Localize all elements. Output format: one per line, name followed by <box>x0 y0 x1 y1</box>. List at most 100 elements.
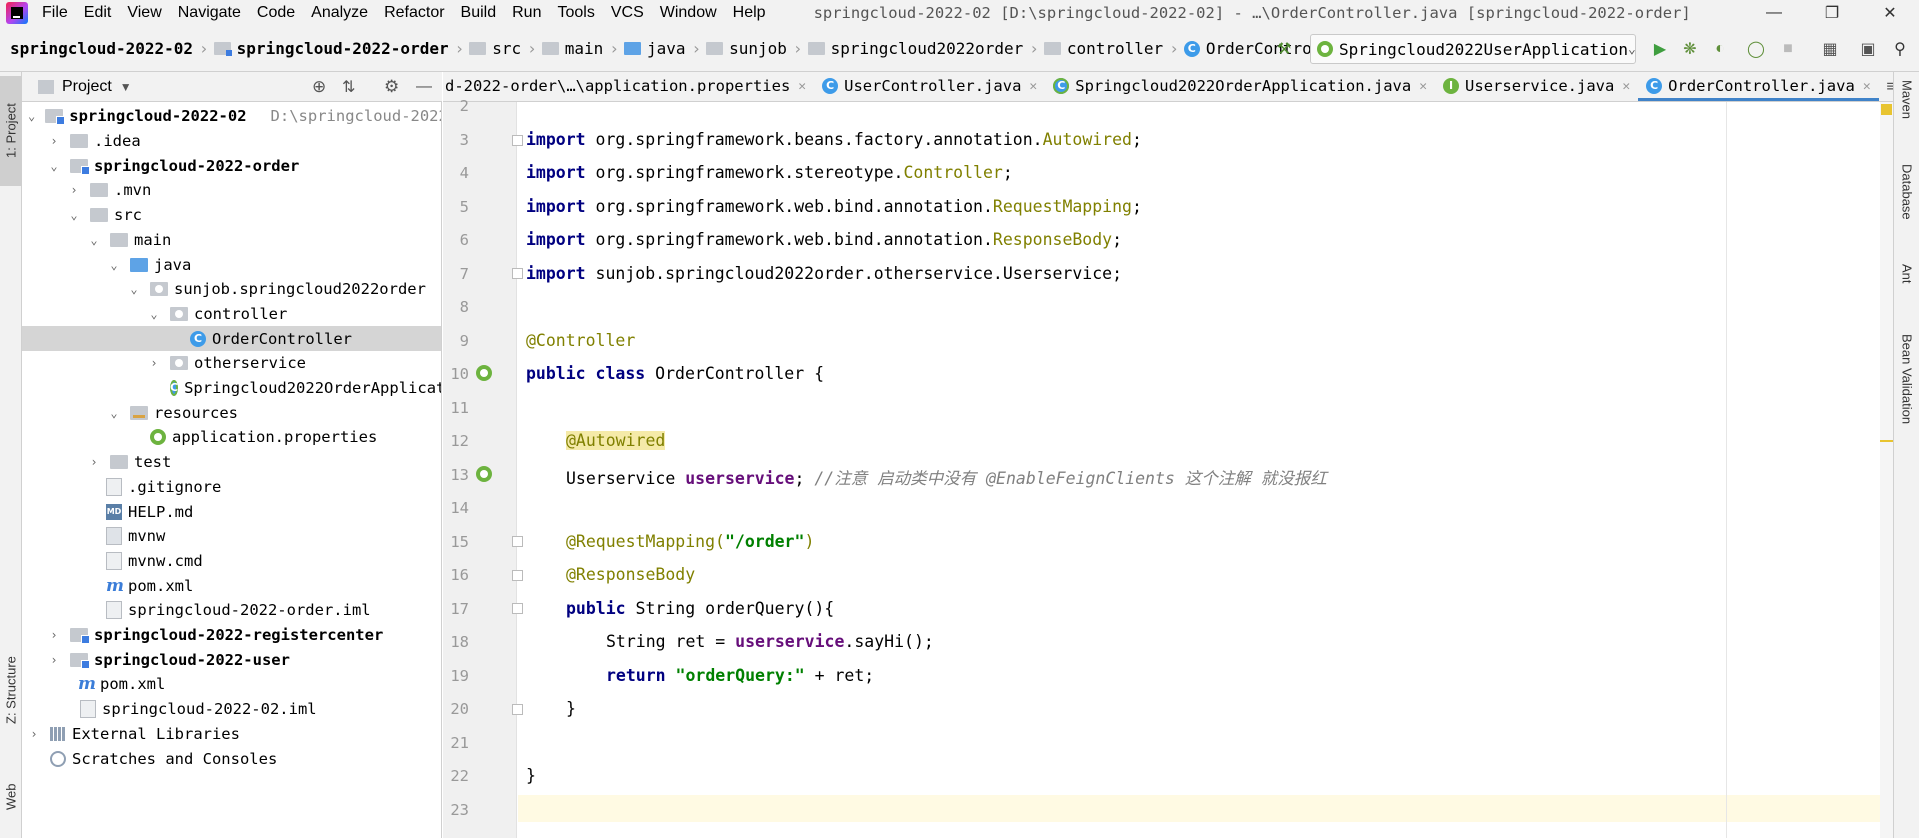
close-tab-icon[interactable]: ✕ <box>1029 79 1037 94</box>
coverage-icon[interactable]: ◐ <box>1708 37 1732 61</box>
tool-tab-ant[interactable]: Ant <box>1896 264 1918 324</box>
close-tab-icon[interactable]: ✕ <box>1419 79 1427 94</box>
tree-item-gitignore[interactable]: .gitignore <box>22 475 441 500</box>
menu-tools[interactable]: Tools <box>557 4 594 22</box>
tree-item-test[interactable]: › test <box>22 450 441 475</box>
project-structure-icon[interactable]: ▦ <box>1818 37 1842 61</box>
tool-tab-project[interactable]: 1: Project <box>0 76 22 186</box>
close-tab-icon[interactable]: ✕ <box>798 79 806 94</box>
menu-help[interactable]: Help <box>733 4 766 22</box>
gear-icon[interactable]: ⚙ <box>384 77 399 97</box>
tree-item-scratches[interactable]: Scratches and Consoles <box>22 746 441 771</box>
breadcrumb-src[interactable]: src › <box>469 26 542 72</box>
tree-item-springcloud-2022-order[interactable]: ⌄ springcloud-2022-order <box>22 153 441 178</box>
breadcrumb-controller[interactable]: controller › <box>1043 26 1184 72</box>
search-everywhere-icon[interactable]: ⚲ <box>1888 37 1912 61</box>
tab-usercontroller[interactable]: C UserController.java ✕ <box>814 72 1045 101</box>
tab-ordercontroller[interactable]: C OrderController.java ✕ <box>1638 72 1880 101</box>
menu-vcs[interactable]: VCS <box>611 4 644 22</box>
fold-marker-icon[interactable] <box>512 704 523 715</box>
package-icon <box>807 42 825 55</box>
line-number: 17 <box>450 600 469 618</box>
breadcrumb-project[interactable]: springcloud-2022-02 › <box>0 26 214 72</box>
minimize-icon[interactable]: — <box>1745 0 1803 26</box>
close-tab-icon[interactable]: ✕ <box>1622 79 1630 94</box>
menu-refactor[interactable]: Refactor <box>384 4 444 22</box>
tree-item-help-md[interactable]: MD HELP.md <box>22 499 441 524</box>
fold-marker-icon[interactable] <box>512 536 523 547</box>
tree-item-user[interactable]: › springcloud-2022-user <box>22 647 441 672</box>
tree-item-springcloud-2022-02[interactable]: ⌄ springcloud-2022-02 D:\springcloud-202… <box>22 104 441 129</box>
tree-item-root-pom-xml[interactable]: m pom.xml <box>22 672 441 697</box>
tab-list-icon[interactable]: ≡ <box>1879 72 1893 101</box>
menu-window[interactable]: Window <box>660 4 717 22</box>
build-hammer-icon[interactable]: ⚒ <box>1272 37 1296 61</box>
tool-tab-bean-validation[interactable]: Bean Validation <box>1896 334 1918 474</box>
locate-target-icon[interactable]: ⊕ <box>312 77 326 97</box>
close-icon[interactable]: ✕ <box>1861 0 1919 26</box>
menu-code[interactable]: Code <box>257 4 295 22</box>
hide-panel-icon[interactable]: — <box>416 78 432 96</box>
folder-icon <box>110 455 128 470</box>
tree-item-root-iml[interactable]: springcloud-2022-02.iml <box>22 697 441 722</box>
fold-marker-icon[interactable] <box>512 570 523 581</box>
profile-icon[interactable]: ◯ <box>1744 37 1768 61</box>
tree-item-otherservice[interactable]: › otherservice <box>22 351 441 376</box>
tree-item-controller[interactable]: ⌄ controller <box>22 302 441 327</box>
tab-application-properties[interactable]: d-2022-order\…\application.properties ✕ <box>443 72 814 101</box>
menu-view[interactable]: View <box>127 4 161 22</box>
breadcrumb-main[interactable]: main › <box>541 26 624 72</box>
debug-icon[interactable]: ❋ <box>1678 37 1702 61</box>
tree-item-package[interactable]: ⌄ sunjob.springcloud2022order <box>22 277 441 302</box>
tree-item-pom-xml[interactable]: m pom.xml <box>22 573 441 598</box>
tree-item-springcloud2022orderapplication[interactable]: C Springcloud2022OrderApplication <box>22 376 441 401</box>
fold-marker-icon[interactable] <box>512 268 523 279</box>
breadcrumb-module[interactable]: springcloud-2022-order › <box>213 26 470 72</box>
editor-scrollbar[interactable] <box>1880 102 1893 838</box>
tree-item-order-iml[interactable]: springcloud-2022-order.iml <box>22 598 441 623</box>
tool-tab-maven[interactable]: Maven <box>1896 80 1918 150</box>
project-panel-title[interactable]: Project <box>62 78 112 96</box>
tool-tab-database[interactable]: Database <box>1896 164 1918 254</box>
breadcrumb-springcloud2022order[interactable]: springcloud2022order › <box>807 26 1044 72</box>
tree-item-idea[interactable]: › .idea <box>22 129 441 154</box>
tree-item-mvn[interactable]: › .mvn <box>22 178 441 203</box>
chevron-down-icon[interactable]: ▼ <box>120 80 132 94</box>
autowired-gutter-icon[interactable] <box>476 466 492 482</box>
tree-item-ordercontroller[interactable]: C OrderController <box>22 326 441 351</box>
run-configuration-select[interactable]: Springcloud2022UserApplication ⌄ <box>1310 34 1636 64</box>
tree-item-src[interactable]: ⌄ src <box>22 203 441 228</box>
spring-bean-gutter-icon[interactable] <box>476 365 492 381</box>
tool-tab-structure[interactable]: Z: Structure <box>0 640 22 740</box>
tree-item-application-properties[interactable]: application.properties <box>22 425 441 450</box>
stop-icon[interactable]: ■ <box>1776 37 1800 61</box>
tab-userservice[interactable]: I Userservice.java ✕ <box>1435 72 1638 101</box>
menu-build[interactable]: Build <box>461 4 497 22</box>
maximize-icon[interactable]: ❐ <box>1803 0 1861 26</box>
close-tab-icon[interactable]: ✕ <box>1863 79 1871 94</box>
menu-file[interactable]: File <box>42 4 68 22</box>
run-icon[interactable]: ▶ <box>1648 37 1672 61</box>
breadcrumb-java[interactable]: java › <box>623 26 706 72</box>
tree-item-mvnw-cmd[interactable]: mvnw.cmd <box>22 549 441 574</box>
tree-item-external-libraries[interactable]: › External Libraries <box>22 722 441 747</box>
menu-analyze[interactable]: Analyze <box>311 4 368 22</box>
tree-item-java[interactable]: ⌄ java <box>22 252 441 277</box>
breadcrumb-sunjob[interactable]: sunjob › <box>706 26 807 72</box>
fold-marker-icon[interactable] <box>512 603 523 614</box>
collapse-all-icon[interactable]: ⇅ <box>342 77 355 97</box>
tree-item-mvnw[interactable]: mvnw <box>22 524 441 549</box>
tab-springcloud2022orderapplication[interactable]: C Springcloud2022OrderApplication.java ✕ <box>1045 72 1435 101</box>
menu-navigate[interactable]: Navigate <box>178 4 241 22</box>
tree-item-main[interactable]: ⌄ main <box>22 228 441 253</box>
fold-marker-icon[interactable] <box>512 135 523 146</box>
tool-tab-web[interactable]: Web <box>0 772 22 822</box>
warning-marker-icon[interactable] <box>1881 104 1892 115</box>
tree-item-resources[interactable]: ⌄ resources <box>22 400 441 425</box>
terminal-icon[interactable]: ▣ <box>1856 37 1880 61</box>
menu-edit[interactable]: Edit <box>84 4 112 22</box>
scroll-marker[interactable] <box>1880 440 1893 442</box>
package-icon <box>170 356 188 371</box>
tree-item-registercenter[interactable]: › springcloud-2022-registercenter <box>22 623 441 648</box>
menu-run[interactable]: Run <box>512 4 541 22</box>
